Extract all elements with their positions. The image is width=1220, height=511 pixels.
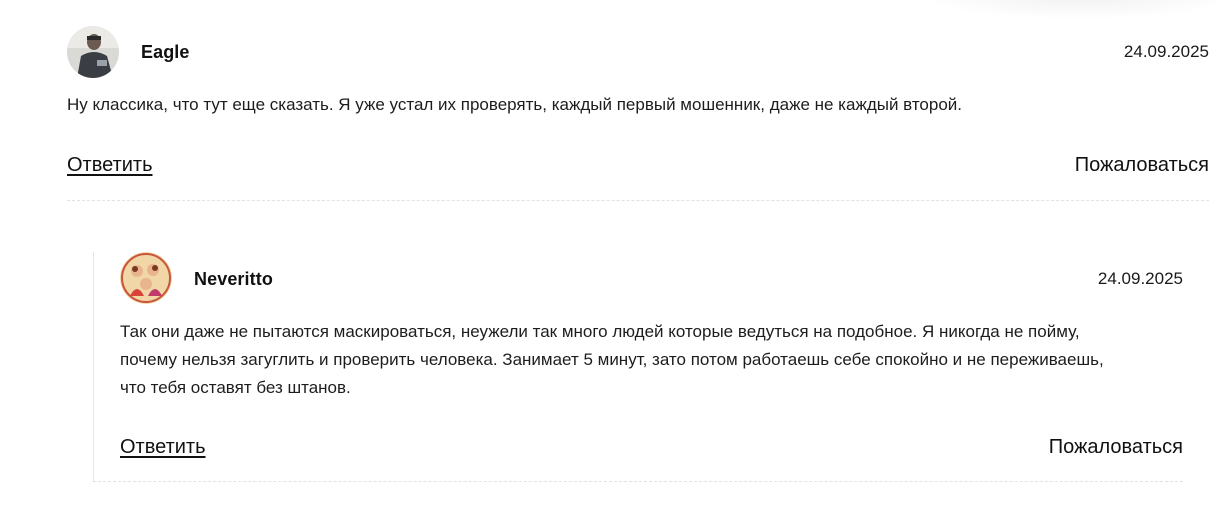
- user-avatar[interactable]: [67, 26, 119, 78]
- comment-date: 24.09.2025: [1123, 42, 1209, 61]
- reply-button[interactable]: Ответить: [120, 436, 206, 459]
- comment-author: Eagle: [141, 42, 190, 62]
- illustration-avatar-icon: [120, 252, 172, 304]
- reply-text-line-1: Так они даже не пытаются маскироваться, …: [120, 322, 1080, 341]
- complain-button[interactable]: Пожаловаться: [1049, 436, 1183, 459]
- complain-button[interactable]: Пожаловаться: [1075, 154, 1209, 177]
- reply-text-line-2: почему нельзя загуглить и проверить чело…: [120, 350, 1104, 369]
- reply-text-line-3: что тебя оставят без штанов.: [120, 378, 351, 397]
- reply-card: Neveritto 24.09.2025 Так они даже не пыт…: [93, 252, 1183, 482]
- reply-author-avatar[interactable]: [120, 252, 172, 304]
- user-photo-avatar-icon: [67, 26, 119, 78]
- reply-button[interactable]: Ответить: [67, 154, 153, 177]
- comment-text: Ну классика, что тут еще сказать. Я уже …: [67, 95, 963, 114]
- comment-card: Eagle 24.09.2025 Ну классика, что тут ещ…: [67, 0, 1209, 201]
- reply-author: Neveritto: [194, 269, 273, 289]
- reply-date: 24.09.2025: [1097, 269, 1183, 288]
